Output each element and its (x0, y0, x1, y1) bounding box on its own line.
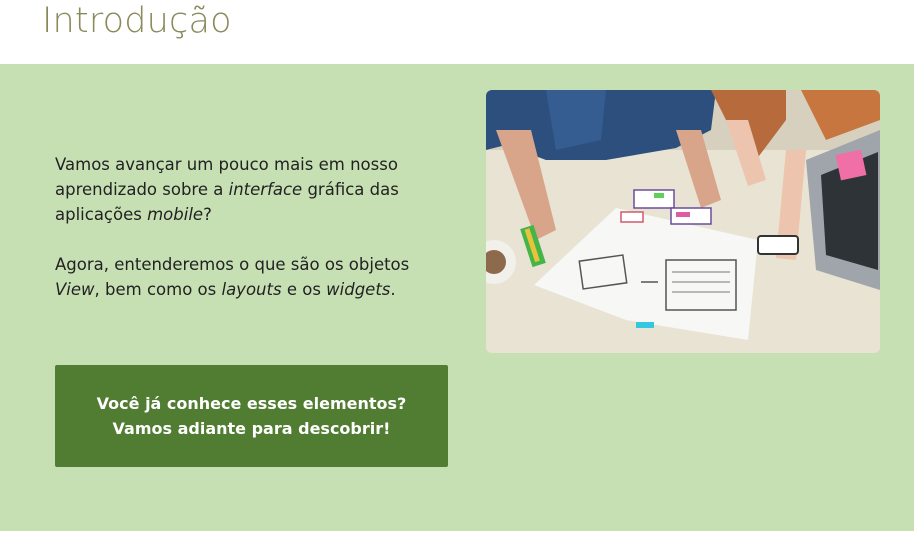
intro-paragraph-2: Agora, entenderemos o que são os objetos… (55, 252, 445, 302)
cta-button-line-1: Você já conhece esses elementos? (96, 394, 407, 413)
cta-button-line-2: Vamos adiante para descobrir! (112, 419, 391, 438)
design-sketch-photo (486, 90, 880, 353)
intro-p2-text-2: , bem como os (94, 280, 222, 299)
design-sketch-photo-illustration (486, 90, 880, 353)
intro-text: Vamos avançar um pouco mais em nosso apr… (55, 152, 445, 327)
intro-p2-text-3: e os (281, 280, 327, 299)
intro-p2-text-1: Agora, entenderemos o que são os objetos (55, 255, 410, 274)
cta-button[interactable]: Você já conhece esses elementos? Vamos a… (55, 365, 448, 467)
intro-p2-emphasis-layouts: layouts (221, 280, 282, 299)
page-title: Introdução (42, 1, 232, 41)
content-panel: Vamos avançar um pouco mais em nosso apr… (0, 64, 914, 531)
intro-p2-text-4: . (390, 280, 396, 299)
intro-p2-emphasis-view: View (55, 280, 95, 299)
intro-p1-emphasis-mobile: mobile (147, 205, 204, 224)
intro-p2-emphasis-widgets: widgets (326, 280, 391, 299)
intro-p1-text-3: ? (203, 205, 212, 224)
intro-p1-emphasis-interface: interface (228, 180, 303, 199)
intro-paragraph-1: Vamos avançar um pouco mais em nosso apr… (55, 152, 445, 227)
